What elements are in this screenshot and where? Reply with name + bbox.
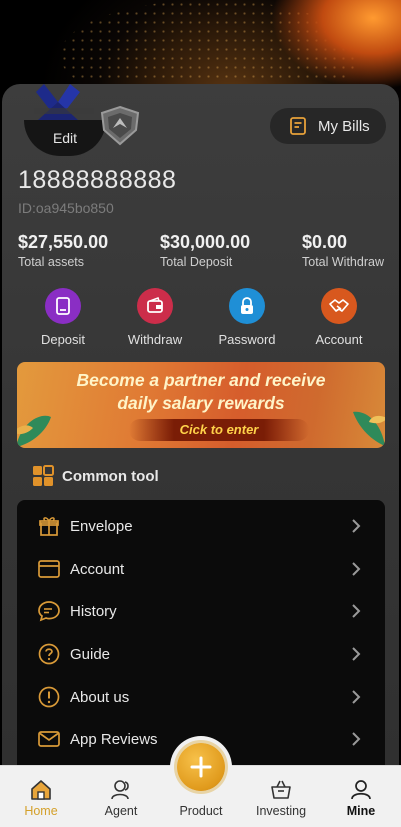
tool-label: About us [70,688,130,706]
edit-label: Edit [52,130,78,146]
tab-mine[interactable]: Mine [326,778,396,818]
password-button[interactable]: Password [207,288,287,347]
plus-icon [190,756,212,778]
my-bills-button[interactable]: My Bills [270,108,386,144]
stat-total-deposit: $30,000.00 Total Deposit [160,232,250,269]
tab-product[interactable]: Product [166,778,236,818]
lock-icon [229,288,265,324]
deposit-button[interactable]: Deposit [23,288,103,347]
tool-item-envelope[interactable]: Envelope [17,505,385,547]
sun-flare [271,0,401,90]
agent-icon [86,778,156,802]
deposit-icon [45,288,81,324]
banner-cta: Cick to enter [129,419,309,441]
tab-label: Home [24,804,58,818]
chevron-right-icon [352,647,361,661]
tool-item-about-us[interactable]: About us [17,676,385,718]
stat-value: $27,550.00 [18,232,109,252]
tab-home[interactable]: Home [6,778,76,818]
account-button[interactable]: Account [299,288,379,347]
account-phone: 18888888888 [18,166,177,194]
stat-label: Total Deposit [160,255,233,269]
tab-label: Investing [255,804,307,818]
withdraw-label: Withdraw [127,332,183,347]
gift-icon [37,514,61,538]
deposit-label: Deposit [40,332,86,347]
tab-label: Product [179,804,223,818]
tab-agent[interactable]: Agent [86,778,156,818]
tab-label: Agent [104,804,138,818]
tool-label: Account [70,560,125,578]
user-icon [326,778,396,802]
account-id: ID:oa945bo850 [18,200,114,216]
home-icon [6,778,76,802]
account-label: Account [315,332,363,347]
partner-banner[interactable]: Become a partner and receive daily salar… [17,362,385,448]
banner-line-2: daily salary rewards [117,393,285,413]
tool-item-guide[interactable]: Guide [17,633,385,675]
stat-total-assets: $27,550.00 Total assets [18,232,108,269]
stat-label: Total Withdraw [302,255,384,269]
tool-label: App Reviews [70,730,158,748]
grid-icon [33,465,54,486]
chevron-right-icon [352,604,361,618]
question-icon [37,642,61,666]
vip-badge-icon [100,105,140,146]
chevron-right-icon [352,519,361,533]
password-label: Password [218,332,276,347]
tab-label: Mine [346,804,376,818]
my-bills-label: My Bills [318,117,370,135]
tool-item-history[interactable]: History [17,590,385,632]
chevron-right-icon [352,562,361,576]
tool-label: Envelope [70,517,133,535]
info-icon [37,685,61,709]
tool-item-account[interactable]: Account [17,548,385,590]
stat-value: $30,000.00 [160,232,251,252]
chevron-right-icon [352,690,361,704]
tool-label: History [70,602,117,620]
handshake-icon [321,288,357,324]
card-icon [37,557,61,581]
tab-investing[interactable]: Investing [246,778,316,818]
bill-icon [290,117,306,135]
tool-label: Guide [70,645,111,663]
common-tool-title: Common tool [62,467,159,485]
stat-value: $0.00 [302,232,348,252]
tool-list: Envelope Account History Guide About us [17,500,385,770]
withdraw-button[interactable]: Withdraw [115,288,195,347]
common-tool-header: Common tool [32,465,159,487]
banner-line-1: Become a partner and receive [76,370,326,390]
wallet-icon [137,288,173,324]
stat-total-withdraw: $0.00 Total Withdraw [302,232,384,269]
basket-icon [246,778,316,802]
mail-icon [37,727,61,751]
chevron-right-icon [352,732,361,746]
stat-label: Total assets [18,255,85,269]
tab-product-spacer [166,778,236,802]
chat-icon [37,599,61,623]
